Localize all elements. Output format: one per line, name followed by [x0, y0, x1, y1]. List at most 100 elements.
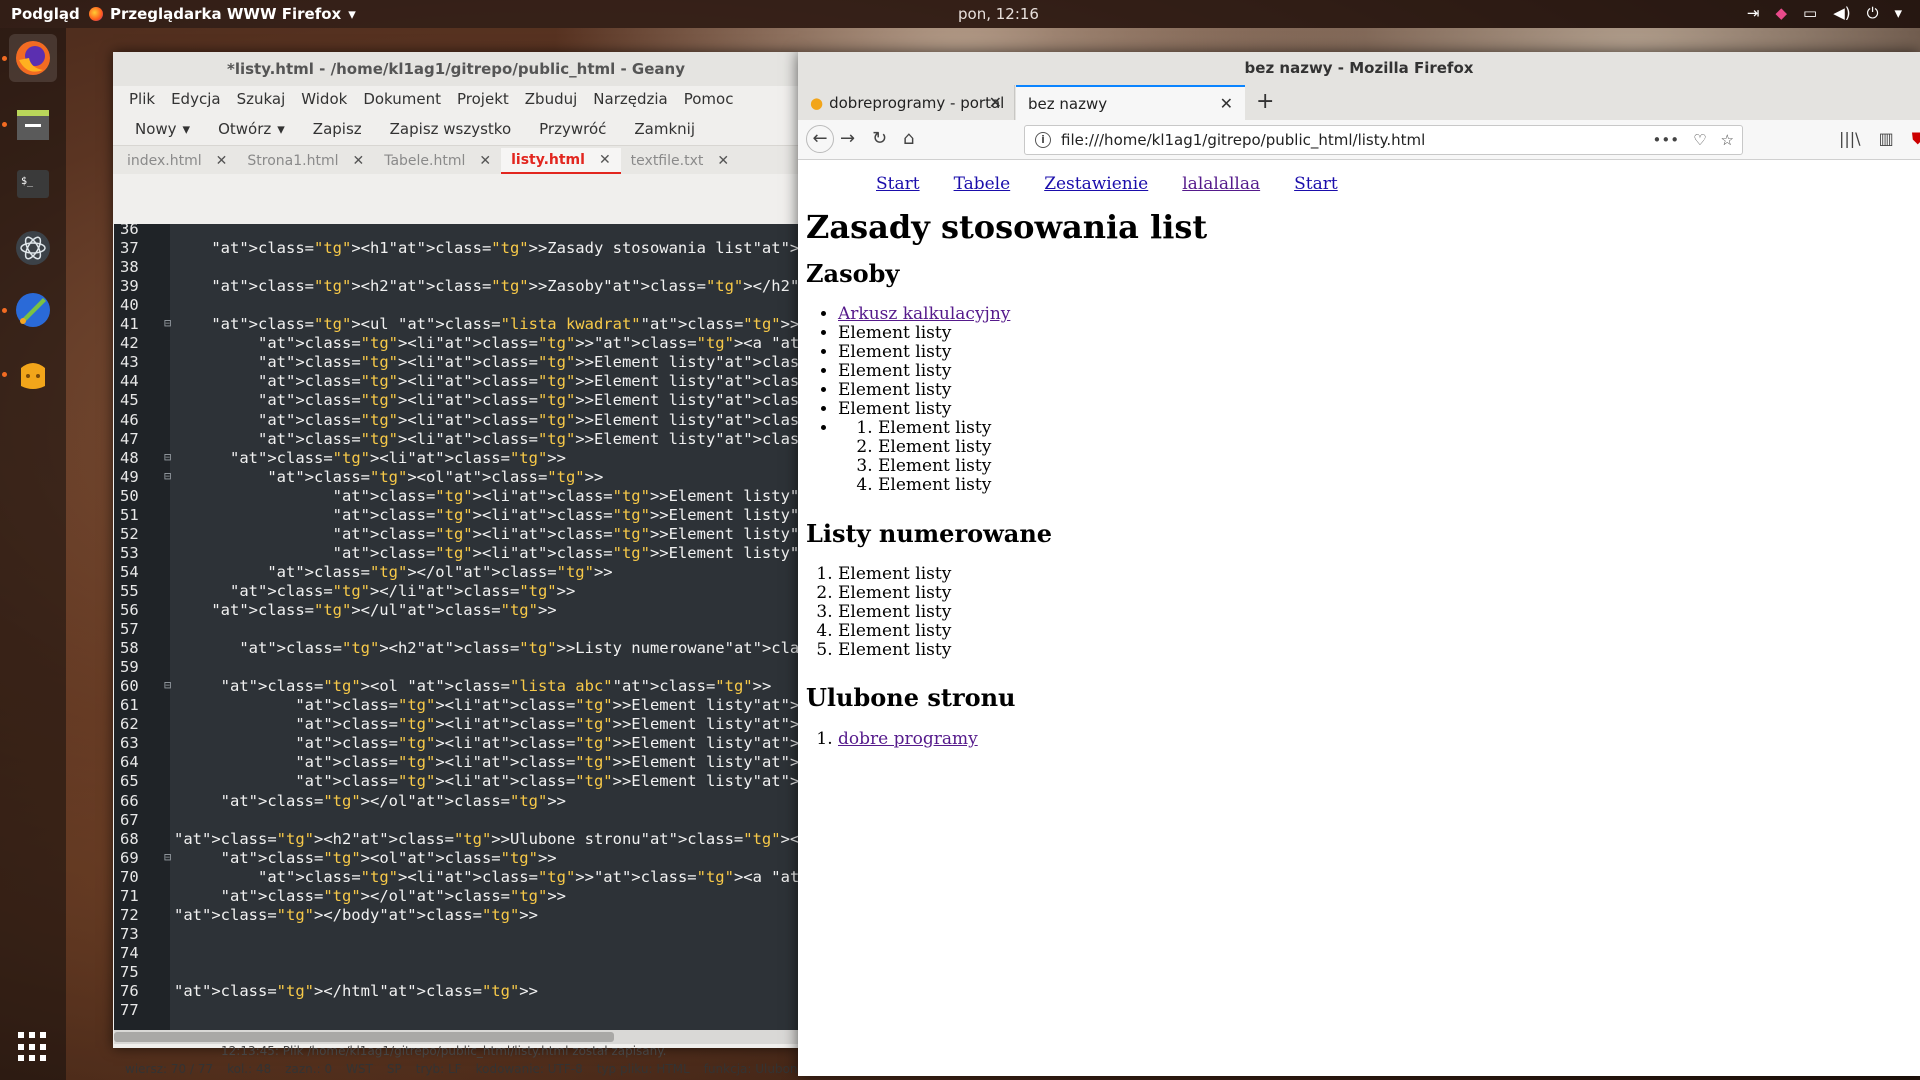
code-line[interactable]: 38	[114, 258, 799, 277]
chevron-down-icon[interactable]: ▾	[1894, 4, 1902, 22]
tab-textfile[interactable]: textfile.txt ✕	[621, 148, 739, 174]
tab-index[interactable]: index.html ✕	[117, 148, 237, 174]
code-line[interactable]: 74	[114, 944, 799, 963]
code-line[interactable]: 57	[114, 620, 799, 639]
volume-icon[interactable]: ◀)	[1833, 4, 1850, 22]
code-line[interactable]: 47 "at">class="tg"><li"at">class="tg">>E…	[114, 430, 799, 449]
forward-icon[interactable]: →	[840, 128, 855, 149]
new-button[interactable]: Nowy ▾	[121, 120, 204, 138]
nav-link-tabele[interactable]: Tabele	[954, 174, 1011, 194]
app-menu[interactable]: Przeglądarka WWW Firefox ▾	[89, 5, 356, 23]
system-tray[interactable]: ⇥ ◆ ▭ ◀) ⏻ ▾	[1747, 4, 1902, 22]
close-icon[interactable]: ✕	[599, 147, 611, 173]
new-tab-icon[interactable]: +	[1256, 89, 1274, 114]
show-applications-icon[interactable]	[18, 1032, 48, 1062]
tab-tabele[interactable]: Tabele.html ✕	[374, 148, 501, 174]
activities-button[interactable]: Podgląd	[11, 5, 80, 23]
code-line[interactable]: 63 "at">class="tg"><li"at">class="tg">>E…	[114, 734, 799, 753]
menu-document[interactable]: Dokument	[355, 90, 449, 108]
horizontal-scrollbar[interactable]	[114, 1030, 799, 1044]
code-line[interactable]: 54 "at">class="tg"></ol"at">class="tg">>	[114, 563, 799, 582]
code-line[interactable]: 44 "at">class="tg"><li"at">class="tg">>E…	[114, 372, 799, 391]
tab-bez-nazwy[interactable]: bez nazwy ✕	[1016, 85, 1245, 120]
code-line[interactable]: 72 "at">class="tg"></body"at">class="tg">…	[114, 906, 799, 925]
code-line[interactable]: 55 "at">class="tg"></li"at">class="tg">>	[114, 582, 799, 601]
close-icon[interactable]: ✕	[216, 148, 228, 174]
dock-files[interactable]	[9, 100, 57, 148]
code-line[interactable]: 49 ⊟ "at">class="tg"><ol"at">class="tg">>	[114, 468, 799, 487]
save-all-button[interactable]: Zapisz wszystko	[376, 120, 525, 138]
code-line[interactable]: 76 "at">class="tg"></html"at">class="tg">…	[114, 982, 799, 1001]
code-line[interactable]: 41 ⊟ "at">class="tg"><ul "at">class="list…	[114, 315, 799, 334]
code-line[interactable]: 56 "at">class="tg"></ul"at">class="tg">>	[114, 601, 799, 620]
code-line[interactable]: 51 "at">class="tg"><li"at">class="tg">>E…	[114, 506, 799, 525]
reload-icon[interactable]: ↻	[872, 128, 887, 149]
code-line[interactable]: 61 "at">class="tg"><li"at">class="tg">>E…	[114, 696, 799, 715]
menu-file[interactable]: Plik	[121, 90, 163, 108]
code-line[interactable]: 43 "at">class="tg"><li"at">class="tg">>E…	[114, 353, 799, 372]
info-icon[interactable]: i	[1035, 132, 1051, 148]
power-icon[interactable]: ⏻	[1867, 4, 1879, 22]
code-line[interactable]: 50 "at">class="tg"><li"at">class="tg">>E…	[114, 487, 799, 506]
code-line[interactable]: 66 "at">class="tg"></ol"at">class="tg">>	[114, 792, 799, 811]
chevron-down-icon[interactable]: ▾	[277, 120, 285, 138]
code-line[interactable]: 37 "at">class="tg"><h1"at">class="tg">>Z…	[114, 239, 799, 258]
menu-tools[interactable]: Narzędzia	[585, 90, 675, 108]
menu-project[interactable]: Projekt	[449, 90, 517, 108]
menu-view[interactable]: Widok	[293, 90, 355, 108]
favourite-link[interactable]: dobre programy	[838, 729, 978, 749]
dock-firefox[interactable]	[9, 34, 57, 82]
app-indicator-icon[interactable]: ◆	[1775, 4, 1787, 22]
code-line[interactable]: 73	[114, 925, 799, 944]
code-line[interactable]: 77	[114, 1001, 799, 1020]
nav-link-lalalallaa[interactable]: lalalallaa	[1182, 174, 1260, 194]
back-icon[interactable]: ←	[806, 125, 834, 153]
fold-marker-icon[interactable]: ⊟	[164, 678, 171, 692]
code-line[interactable]: 70 "at">class="tg"><li"at">class="tg">>"…	[114, 868, 799, 887]
close-icon[interactable]: ✕	[352, 148, 364, 174]
code-line[interactable]: 65 "at">class="tg"><li"at">class="tg">>E…	[114, 772, 799, 791]
fold-marker-icon[interactable]: ⊟	[164, 850, 171, 864]
code-line[interactable]: 36	[114, 224, 799, 239]
nav-link-start-2[interactable]: Start	[1294, 174, 1338, 194]
screen-share-icon[interactable]: ⇥	[1747, 4, 1760, 22]
dock-terminal[interactable]: $_	[9, 160, 57, 208]
close-icon[interactable]: ✕	[479, 148, 491, 174]
dock-kolourpaint[interactable]	[9, 286, 57, 334]
sidebar-icon[interactable]: ▥	[1879, 129, 1894, 149]
code-line[interactable]: 67	[114, 811, 799, 830]
dock-atom[interactable]	[9, 224, 57, 272]
code-editor[interactable]: 36 37 "at">class="tg"><h1"at">class="tg">…	[114, 224, 799, 1030]
code-line[interactable]: 68 "at">class="tg"><h2"at">class="tg">>Ul…	[114, 830, 799, 849]
fold-marker-icon[interactable]: ⊟	[164, 316, 171, 330]
scrollbar-thumb[interactable]	[114, 1032, 614, 1042]
more-icon[interactable]: •••	[1653, 131, 1680, 149]
ublock-icon[interactable]: ⛊	[1912, 129, 1920, 149]
close-icon[interactable]: ✕	[989, 93, 1002, 112]
close-icon[interactable]: ✕	[717, 148, 729, 174]
close-button[interactable]: Zamknij	[620, 120, 709, 138]
url-bar[interactable]: i file:///home/kl1ag1/gitrepo/public_htm…	[1024, 125, 1743, 155]
revert-button[interactable]: Przywróć	[525, 120, 620, 138]
code-line[interactable]: 42 "at">class="tg"><li"at">class="tg">>"…	[114, 334, 799, 353]
library-icon[interactable]: |||\	[1839, 129, 1861, 149]
code-line[interactable]: 52 "at">class="tg"><li"at">class="tg">>E…	[114, 525, 799, 544]
dock-geany[interactable]	[9, 350, 57, 398]
code-line[interactable]: 48 ⊟ "at">class="tg"><li"at">class="tg">>	[114, 449, 799, 468]
menu-search[interactable]: Szukaj	[229, 90, 294, 108]
menu-help[interactable]: Pomoc	[676, 90, 742, 108]
save-button[interactable]: Zapisz	[299, 120, 376, 138]
display-icon[interactable]: ▭	[1803, 4, 1817, 22]
code-line[interactable]: 60 ⊟ "at">class="tg"><ol "at">class="list…	[114, 677, 799, 696]
open-button[interactable]: Otwórz ▾	[204, 120, 299, 138]
menu-build[interactable]: Zbuduj	[517, 90, 586, 108]
url-text[interactable]: file:///home/kl1ag1/gitrepo/public_html/…	[1061, 131, 1425, 149]
code-line[interactable]: 40	[114, 296, 799, 315]
tab-strona1[interactable]: Strona1.html ✕	[237, 148, 374, 174]
fold-marker-icon[interactable]: ⊟	[164, 469, 171, 483]
code-line[interactable]: 53 "at">class="tg"><li"at">class="tg">>E…	[114, 544, 799, 563]
code-line[interactable]: 64 "at">class="tg"><li"at">class="tg">>E…	[114, 753, 799, 772]
pocket-icon[interactable]: ♡	[1693, 131, 1706, 149]
code-line[interactable]: 39 "at">class="tg"><h2"at">class="tg">>Z…	[114, 277, 799, 296]
tab-listy[interactable]: listy.html ✕	[501, 148, 621, 174]
